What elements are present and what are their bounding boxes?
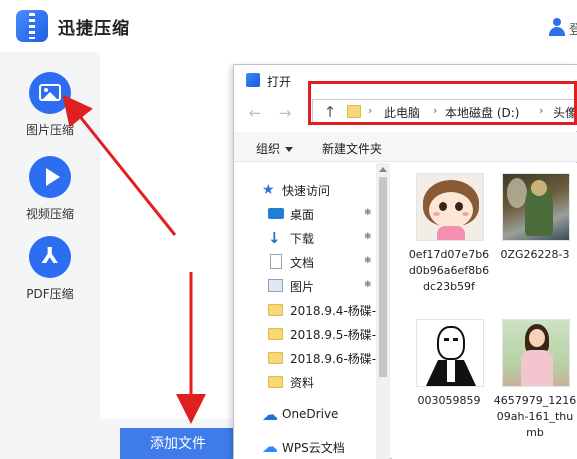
chevron-right-icon: ›: [368, 104, 373, 117]
navigation-tree: ★ 快速访问 桌面 ✱ ↓ 下载 ✱ 文档 ✱ 图片 ✱ 2018.9.4-杨碟…: [234, 163, 389, 459]
pin-icon[interactable]: ✱: [364, 208, 372, 218]
sidebar-item-label: 图片压缩: [25, 123, 74, 137]
navigation-bar: ← → ↑ › 此电脑 › 本地磁盘 (D:) › 头像: [234, 95, 577, 131]
wps-cloud-icon: ☁: [262, 437, 278, 456]
pdf-icon: ⅄: [29, 236, 71, 278]
forward-arrow-icon[interactable]: →: [276, 104, 294, 122]
file-name: 003059859: [417, 394, 481, 407]
app-header: 迅捷压缩 登: [0, 0, 577, 52]
folder-icon: [268, 304, 283, 316]
play-icon: [29, 156, 71, 198]
dialog-toolbar: 组织 新建文件夹: [234, 132, 577, 162]
tree-item-quick-access[interactable]: ★ 快速访问: [234, 178, 384, 202]
scroll-up-icon[interactable]: [379, 167, 387, 172]
pin-icon[interactable]: ✱: [364, 256, 372, 266]
tree-item-folder[interactable]: 2018.9.6-杨碟-文: [234, 346, 384, 370]
onedrive-icon: ☁: [262, 405, 278, 424]
file-list: 0ef17d07e7b6d0b96a6ef8b6dc23b59f 0ZG2622…: [392, 163, 577, 459]
chevron-right-icon: ›: [539, 104, 544, 117]
tree-scrollbar[interactable]: [376, 163, 390, 459]
sidebar-item-image-compress[interactable]: 图片压缩: [0, 72, 100, 152]
dialog-titlebar[interactable]: 打开: [234, 65, 577, 95]
breadcrumb-segment[interactable]: 本地磁盘 (D:): [445, 104, 519, 121]
chevron-down-icon: [285, 147, 294, 152]
tree-item-pictures[interactable]: 图片 ✱: [234, 274, 384, 298]
sidebar-item-pdf-compress[interactable]: ⅄ PDF压缩: [0, 236, 100, 316]
folder-icon: [268, 376, 283, 388]
pin-icon[interactable]: ✱: [364, 280, 372, 290]
folder-icon: [268, 352, 283, 364]
tree-item-wps-cloud[interactable]: ☁ WPS云文档: [234, 435, 384, 459]
chevron-right-icon: ›: [433, 104, 438, 117]
scroll-thumb[interactable]: [379, 177, 387, 377]
file-thumbnail: [502, 319, 570, 387]
add-file-button[interactable]: 添加文件: [120, 428, 236, 459]
pictures-icon: [268, 279, 283, 292]
star-icon: ★: [262, 182, 275, 198]
sidebar-item-label: 视频压缩: [25, 207, 74, 221]
document-icon: [270, 254, 282, 269]
file-name: 4657979_121609ah-161_thumb: [493, 394, 577, 439]
up-arrow-icon[interactable]: ↑: [321, 103, 339, 121]
user-icon[interactable]: [548, 18, 566, 36]
open-file-dialog: 打开 ← → ↑ › 此电脑 › 本地磁盘 (D:) › 头像 组织 新建文件夹: [233, 64, 577, 459]
file-thumbnail: [416, 319, 484, 387]
file-thumbnail: [416, 173, 484, 241]
pin-icon[interactable]: ✱: [364, 232, 372, 242]
tree-item-downloads[interactable]: ↓ 下载 ✱: [234, 226, 384, 250]
app-title: 迅捷压缩: [58, 19, 130, 39]
sidebar: 图片压缩 视频压缩 ⅄ PDF压缩: [0, 52, 100, 459]
tree-item-folder[interactable]: 2018.9.4-杨碟-文: [234, 298, 384, 322]
tree-item-desktop[interactable]: 桌面 ✱: [234, 202, 384, 226]
folder-icon: [268, 328, 283, 340]
tree-item-onedrive[interactable]: ☁ OneDrive: [234, 403, 384, 427]
download-icon: ↓: [268, 229, 281, 247]
new-folder-button[interactable]: 新建文件夹: [322, 140, 382, 157]
back-arrow-icon[interactable]: ←: [246, 104, 264, 122]
tree-item-folder[interactable]: 资料: [234, 370, 384, 394]
image-icon: [29, 72, 71, 114]
tree-item-folder[interactable]: 2018.9.5-杨碟-文: [234, 322, 384, 346]
sidebar-item-video-compress[interactable]: 视频压缩: [0, 156, 100, 236]
desktop-icon: [268, 208, 284, 219]
address-bar[interactable]: ↑ › 此电脑 › 本地磁盘 (D:) › 头像: [312, 99, 577, 125]
file-name: 0ef17d07e7b6d0b96a6ef8b6dc23b59f: [408, 248, 490, 293]
file-thumbnail: [502, 173, 570, 241]
user-name[interactable]: 登: [569, 19, 577, 38]
dialog-app-icon: [246, 73, 260, 87]
app-logo-icon: [16, 10, 48, 42]
file-name: 0ZG26228-3: [500, 248, 570, 261]
organize-menu[interactable]: 组织: [256, 140, 294, 157]
folder-icon: [347, 105, 361, 118]
tree-item-documents[interactable]: 文档 ✱: [234, 250, 384, 274]
app-window: 迅捷压缩 登 图片压缩 视频压缩 ⅄ PDF压缩 添加文件 打开 ← → ↑ ›…: [0, 0, 577, 459]
breadcrumb-segment[interactable]: 头像: [553, 104, 577, 121]
breadcrumb-segment[interactable]: 此电脑: [384, 104, 420, 121]
sidebar-item-label: PDF压缩: [26, 287, 74, 301]
dialog-title: 打开: [267, 75, 292, 89]
